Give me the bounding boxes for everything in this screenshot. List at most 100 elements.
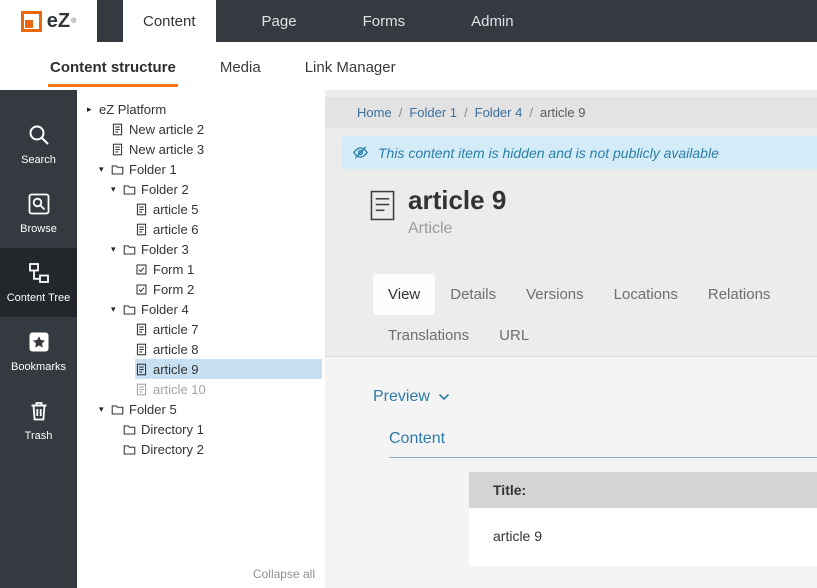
secondary-nav: Content structure Media Link Manager bbox=[0, 42, 817, 90]
browse-icon bbox=[27, 192, 51, 216]
tree-item-label: eZ Platform bbox=[99, 102, 166, 117]
tree-item-label: Directory 2 bbox=[141, 442, 204, 457]
folder-icon bbox=[123, 423, 136, 436]
tree-item-label: article 10 bbox=[153, 382, 206, 397]
top-tab-forms[interactable]: Forms bbox=[343, 0, 426, 42]
preview-toggle[interactable]: Preview bbox=[373, 388, 817, 406]
tree-item-label: Folder 2 bbox=[141, 182, 189, 197]
tree-item-new-article-3[interactable]: New article 3 bbox=[77, 139, 325, 159]
folder-icon bbox=[123, 183, 136, 196]
tree-item-folder-1[interactable]: ▾Folder 1 bbox=[77, 159, 325, 179]
tree-item-folder-5[interactable]: ▾Folder 5 bbox=[77, 399, 325, 419]
breadcrumb-links: Home/Folder 1/Folder 4/ bbox=[357, 105, 540, 120]
registered-mark: ® bbox=[71, 18, 76, 25]
tree-item-new-article-2[interactable]: New article 2 bbox=[77, 119, 325, 139]
article-icon bbox=[135, 323, 148, 336]
tab-details[interactable]: Details bbox=[435, 274, 511, 315]
top-bar: eZ ® Content Page Forms Admin bbox=[0, 0, 817, 42]
tree-item-folder-3[interactable]: ▾ Folder 3 bbox=[77, 239, 325, 259]
section-heading: Content bbox=[389, 430, 817, 458]
main-content: Home/Folder 1/Folder 4/ article 9 This c… bbox=[325, 90, 817, 588]
breadcrumb-link-home[interactable]: Home bbox=[357, 105, 392, 120]
tree-item-content: New article 3 bbox=[111, 139, 322, 159]
field-table: Title:article 9 bbox=[469, 472, 817, 566]
top-tab-page[interactable]: Page bbox=[242, 0, 317, 42]
content-type-label: Article bbox=[408, 220, 506, 238]
hidden-eye-icon bbox=[352, 144, 369, 161]
tree-item-article-6[interactable]: article 6 bbox=[77, 219, 325, 239]
tree-item-article-10[interactable]: article 10 bbox=[77, 379, 325, 399]
tree-item-folder-2[interactable]: ▾ Folder 2 bbox=[77, 179, 325, 199]
content-tab-bar: ViewDetailsVersionsLocationsRelations Tra… bbox=[373, 274, 810, 356]
sidebar-item-browse[interactable]: Browse bbox=[0, 179, 77, 248]
sidebar-item-search[interactable]: Search bbox=[0, 110, 77, 179]
sidebar-item-label: Browse bbox=[20, 223, 57, 235]
folder-icon bbox=[111, 163, 124, 176]
top-tab-bar: Content Page Forms Admin bbox=[123, 0, 534, 42]
tree-item-form-2[interactable]: Form 2 bbox=[77, 279, 325, 299]
tree-item-label: Directory 1 bbox=[141, 422, 204, 437]
chevron-down-icon[interactable]: ▾ bbox=[111, 185, 123, 194]
tree-item-label: Folder 4 bbox=[141, 302, 189, 317]
tab-url[interactable]: URL bbox=[484, 315, 544, 356]
nav-item-content-structure[interactable]: Content structure bbox=[48, 46, 178, 87]
collapse-all-button[interactable]: Collapse all bbox=[253, 567, 315, 581]
tab-versions[interactable]: Versions bbox=[511, 274, 599, 315]
sidebar-item-label: Content Tree bbox=[7, 292, 71, 304]
sidebar-item-bookmarks[interactable]: Bookmarks bbox=[0, 317, 77, 386]
chevron-down-icon[interactable]: ▾ bbox=[99, 405, 111, 414]
chevron-down-icon[interactable]: ▾ bbox=[99, 165, 111, 174]
nav-item-media[interactable]: Media bbox=[218, 46, 263, 87]
chevron-down-icon[interactable]: ▾ bbox=[111, 305, 123, 314]
breadcrumb-separator: / bbox=[464, 105, 468, 120]
tab-locations[interactable]: Locations bbox=[599, 274, 693, 315]
top-tab-admin[interactable]: Admin bbox=[451, 0, 534, 42]
app-shell: Search Browse Content Tree Bookmarks Trash ▸… bbox=[0, 90, 817, 588]
hidden-content-alert: This content item is hidden and is not p… bbox=[341, 136, 817, 169]
field-value: article 9 bbox=[469, 508, 817, 566]
folder-icon bbox=[123, 303, 136, 316]
tree-item-label: article 5 bbox=[153, 202, 199, 217]
article-icon bbox=[111, 123, 124, 136]
tree-item-directory-2[interactable]: Directory 2 bbox=[77, 439, 325, 459]
tree-item-article-7[interactable]: article 7 bbox=[77, 319, 325, 339]
sidebar-item-content-tree[interactable]: Content Tree bbox=[0, 248, 77, 317]
article-icon bbox=[111, 143, 124, 156]
tab-relations[interactable]: Relations bbox=[693, 274, 786, 315]
folder-icon bbox=[123, 443, 136, 456]
article-icon bbox=[135, 203, 148, 216]
article-icon bbox=[370, 186, 395, 238]
tree-item-article-5[interactable]: article 5 bbox=[77, 199, 325, 219]
title-block: article 9 Article bbox=[325, 169, 817, 238]
tree-item-ez-platform[interactable]: ▸eZ Platform bbox=[77, 99, 325, 119]
ez-logo[interactable]: eZ ® bbox=[0, 0, 97, 42]
tree-item-content: New article 2 bbox=[111, 119, 322, 139]
breadcrumb-link-folder-4[interactable]: Folder 4 bbox=[475, 105, 523, 120]
tree-item-label: Folder 3 bbox=[141, 242, 189, 257]
tab-translations[interactable]: Translations bbox=[373, 315, 484, 356]
page-title: article 9 bbox=[408, 186, 506, 215]
sidebar-item-label: Trash bbox=[25, 430, 53, 442]
chevron-right-icon[interactable]: ▸ bbox=[87, 105, 99, 114]
tree-item-content: Folder 2 bbox=[123, 179, 322, 199]
tree-item-content: Folder 1 bbox=[111, 159, 322, 179]
chevron-down-icon[interactable]: ▾ bbox=[111, 245, 123, 254]
sidebar-item-trash[interactable]: Trash bbox=[0, 386, 77, 455]
tree-item-content: article 8 bbox=[135, 339, 322, 359]
tree-item-directory-1[interactable]: Directory 1 bbox=[77, 419, 325, 439]
article-icon bbox=[135, 223, 148, 236]
sidebar-item-label: Bookmarks bbox=[11, 361, 66, 373]
search-icon bbox=[27, 123, 51, 147]
top-tab-content[interactable]: Content bbox=[123, 0, 216, 42]
tree-item-article-9[interactable]: article 9 bbox=[77, 359, 325, 379]
content-tree: ▸eZ PlatformNew article 2New article 3▾F… bbox=[77, 99, 325, 459]
tree-item-form-1[interactable]: Form 1 bbox=[77, 259, 325, 279]
tab-view[interactable]: View bbox=[373, 274, 435, 315]
bookmarks-icon bbox=[27, 330, 51, 354]
tree-item-content: article 7 bbox=[135, 319, 322, 339]
tree-item-article-8[interactable]: article 8 bbox=[77, 339, 325, 359]
tree-item-content: article 5 bbox=[135, 199, 322, 219]
breadcrumb-link-folder-1[interactable]: Folder 1 bbox=[409, 105, 457, 120]
nav-item-link-manager[interactable]: Link Manager bbox=[303, 46, 398, 87]
tree-item-folder-4[interactable]: ▾ Folder 4 bbox=[77, 299, 325, 319]
